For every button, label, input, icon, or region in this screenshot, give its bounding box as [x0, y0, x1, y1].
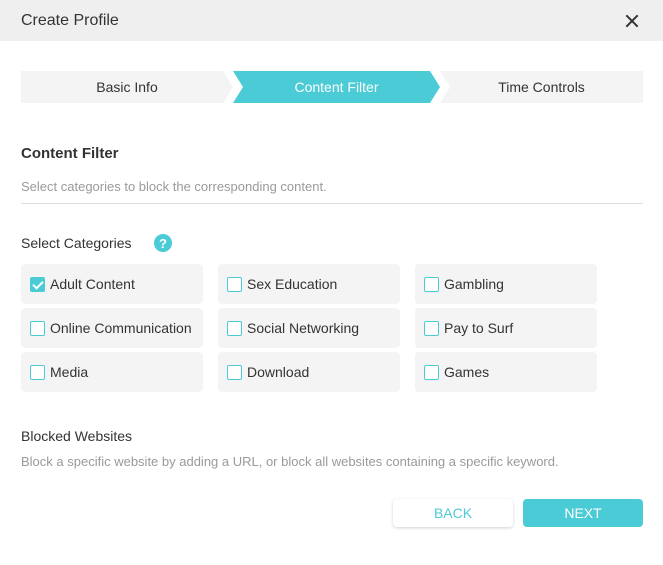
section-description: Select categories to block the correspon… — [21, 179, 327, 194]
select-categories-label: Select Categories — [21, 235, 132, 251]
category-label: Social Networking — [247, 320, 360, 336]
step-content-filter[interactable]: Content Filter — [233, 71, 440, 103]
category-label: Adult Content — [50, 276, 135, 292]
close-icon[interactable] — [622, 11, 642, 31]
category-online-communication[interactable]: Online Communication — [21, 308, 203, 348]
dialog-header: Create Profile — [0, 0, 663, 41]
step-basic-info[interactable]: Basic Info — [21, 71, 233, 103]
section-title: Content Filter — [21, 145, 119, 162]
category-sex-education[interactable]: Sex Education — [218, 264, 400, 304]
back-button[interactable]: BACK — [393, 499, 513, 527]
dialog-title: Create Profile — [21, 11, 119, 29]
step-label: Time Controls — [498, 79, 585, 95]
checkbox[interactable] — [424, 320, 439, 336]
category-media[interactable]: Media — [21, 352, 203, 392]
checkbox[interactable] — [424, 276, 439, 292]
category-label: Sex Education — [247, 276, 338, 292]
step-label: Basic Info — [96, 79, 158, 95]
category-label: Pay to Surf — [444, 320, 514, 336]
divider — [21, 203, 643, 204]
step-label: Content Filter — [294, 79, 379, 95]
category-download[interactable]: Download — [218, 352, 400, 392]
checkbox[interactable] — [227, 320, 242, 336]
checkbox[interactable] — [30, 364, 45, 380]
category-pay-to-surf[interactable]: Pay to Surf — [415, 308, 597, 348]
category-gambling[interactable]: Gambling — [415, 264, 597, 304]
checkmark-icon[interactable] — [30, 276, 45, 292]
progress-steps: Basic Info Content Filter Time Controls — [21, 71, 643, 103]
category-games[interactable]: Games — [415, 352, 597, 392]
category-social-networking[interactable]: Social Networking — [218, 308, 400, 348]
step-time-controls[interactable]: Time Controls — [440, 71, 643, 103]
checkbox[interactable] — [227, 276, 242, 292]
blocked-websites-description: Block a specific website by adding a URL… — [21, 454, 559, 469]
category-adult-content[interactable]: Adult Content — [21, 264, 203, 304]
category-label: Download — [247, 364, 310, 380]
category-label: Online Communication — [50, 320, 192, 336]
category-label: Media — [50, 364, 89, 380]
checkbox[interactable] — [30, 320, 45, 336]
blocked-websites-title: Blocked Websites — [21, 428, 133, 444]
checkbox[interactable] — [424, 364, 439, 380]
question-icon[interactable]: ? — [154, 234, 172, 252]
checkbox[interactable] — [227, 364, 242, 380]
category-label: Games — [444, 364, 490, 380]
next-button[interactable]: NEXT — [523, 499, 643, 527]
category-label: Gambling — [444, 276, 504, 292]
